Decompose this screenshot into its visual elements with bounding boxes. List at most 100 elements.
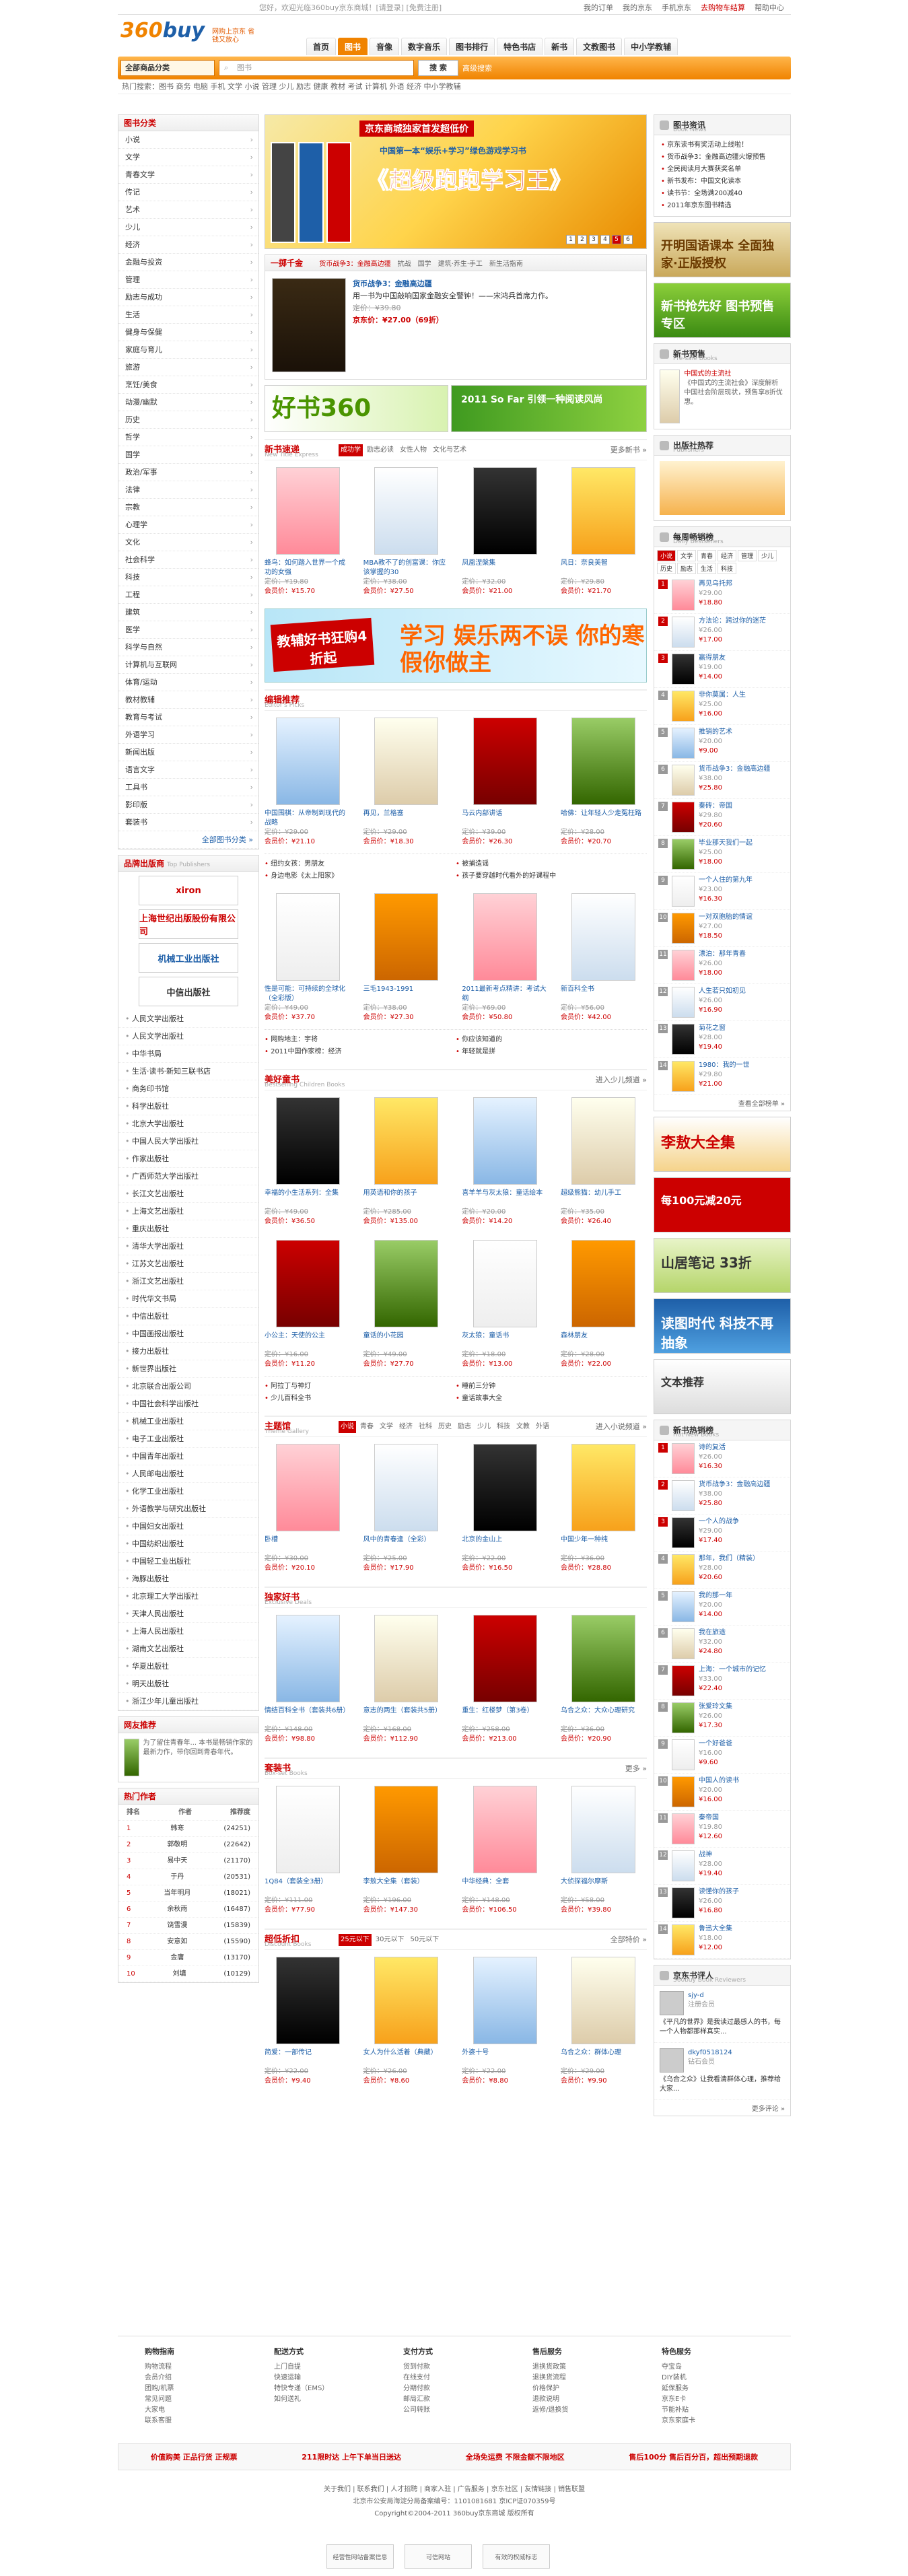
rank-thumb[interactable] <box>672 1813 695 1844</box>
top-link-cart[interactable]: 去购物车结算 <box>701 2 745 13</box>
top-link-mobile[interactable]: 手机京东 <box>662 2 691 13</box>
product-card[interactable]: 重生：红楼梦（第3卷） 定价：¥258.00 会员价：¥213.00 <box>462 1615 548 1744</box>
publisher-item[interactable]: 人民文学出版社 <box>118 1028 258 1045</box>
publisher-item[interactable]: 化学工业出版社 <box>118 1483 258 1500</box>
section-tab[interactable]: 成功学 <box>339 444 363 456</box>
product-cover[interactable] <box>374 1240 439 1327</box>
news-item[interactable]: 货币战争3：金融高边疆火爆预售 <box>654 151 790 164</box>
rank-item[interactable]: 4 非你莫属：人生 ¥25.00 ¥16.00 <box>654 688 790 725</box>
category-item[interactable]: 计算机与互联网 <box>118 656 258 674</box>
category-item[interactable]: 国学 <box>118 446 258 464</box>
publisher-item[interactable]: 上海人民出版社 <box>118 1623 258 1640</box>
rank-thumb[interactable] <box>672 1850 695 1881</box>
author-row[interactable]: 8 安意如 (15590) <box>118 1934 258 1950</box>
product-cover[interactable] <box>275 1615 340 1702</box>
category-item[interactable]: 烹饪/美食 <box>118 376 258 394</box>
product-cover[interactable] <box>275 1786 340 1873</box>
rank-thumb[interactable] <box>672 839 695 870</box>
rank-item[interactable]: 12 人生若只如初见 ¥26.00 ¥16.90 <box>654 984 790 1021</box>
rank-item[interactable]: 8 张爱玲文集 ¥26.00 ¥17.30 <box>654 1700 790 1737</box>
publisher-item[interactable]: 新世界出版社 <box>118 1360 258 1378</box>
news-item[interactable]: 2011年京东图书精选 <box>654 200 790 212</box>
publisher-item[interactable]: 中国纺织出版社 <box>118 1535 258 1553</box>
category-item[interactable]: 少儿 <box>118 219 258 236</box>
section-tab[interactable]: 青春 <box>358 1421 376 1433</box>
footer-badge[interactable]: 可信网站 <box>405 2544 472 2569</box>
product-card[interactable]: 风中的青春逢（全彩） 定价：¥25.00 会员价：¥17.90 <box>363 1444 450 1573</box>
rank-name[interactable]: 毕业那天我们一起 <box>699 839 753 848</box>
dragon-tab[interactable]: 新生活指南 <box>489 260 523 268</box>
product-name[interactable]: MBA教不了的创富课：你应该掌握的30 <box>363 559 450 578</box>
category-item[interactable]: 经济 <box>118 236 258 254</box>
author-row[interactable]: 2 郭敬明 (22642) <box>118 1837 258 1853</box>
rank-item[interactable]: 5 我的那一年 ¥20.00 ¥14.00 <box>654 1589 790 1626</box>
category-item[interactable]: 科技 <box>118 569 258 586</box>
section-link[interactable]: 阿拉丁与神灯 <box>265 1381 456 1393</box>
publisher-item[interactable]: 科学出版社 <box>118 1098 258 1115</box>
publisher-item[interactable]: 中国轻工业出版社 <box>118 1553 258 1570</box>
footer-help-link[interactable]: 联系客服 <box>145 2416 247 2427</box>
product-card[interactable]: 2011最新考点精讲：考试大纲 定价：¥69.00 会员价：¥50.80 <box>462 893 548 1022</box>
rank-name[interactable]: 人生若只如初见 <box>699 987 746 996</box>
rank-item[interactable]: 5 推销的艺术 ¥20.00 ¥9.00 <box>654 725 790 762</box>
author-name[interactable]: 韩寒 <box>170 1821 184 1836</box>
category-item[interactable]: 新闻出版 <box>118 744 258 761</box>
author-name[interactable]: 易中天 <box>167 1853 187 1869</box>
section-tab[interactable]: 文化与艺术 <box>431 444 468 456</box>
section-tab[interactable]: 30元以下 <box>374 1934 407 1946</box>
dragon-tab[interactable]: 抗战 <box>398 260 411 268</box>
rank-thumb[interactable] <box>672 654 695 685</box>
publisher-item[interactable]: 商务印书馆 <box>118 1080 258 1098</box>
rank-name[interactable]: 秦砖：帝国 <box>699 802 732 811</box>
publisher-item[interactable]: 人民邮电出版社 <box>118 1465 258 1483</box>
rank-tab[interactable]: 励志 <box>677 563 697 574</box>
category-item[interactable]: 传记 <box>118 184 258 201</box>
publisher-item[interactable]: 华夏出版社 <box>118 1658 258 1675</box>
product-name[interactable]: 中华经典：全套 <box>462 1877 548 1896</box>
publisher-item[interactable]: 明天出版社 <box>118 1675 258 1693</box>
category-item[interactable]: 教育与考试 <box>118 709 258 726</box>
section-more-link[interactable]: 更多新书 » <box>610 440 647 460</box>
advanced-search-link[interactable]: 高级搜索 <box>462 63 492 73</box>
product-card[interactable]: 李敖大全集（套装） 定价：¥196.00 会员价：¥147.30 <box>363 1786 450 1915</box>
product-name[interactable]: 用英语和你的孩子 <box>363 1189 450 1208</box>
rank-tab[interactable]: 管理 <box>738 550 757 561</box>
rank-item[interactable]: 10 一对双胞胎的情谊 ¥27.00 ¥18.50 <box>654 910 790 947</box>
rank-item[interactable]: 3 赢得朋友 ¥19.00 ¥14.00 <box>654 651 790 688</box>
publisher-item[interactable]: 中国妇女出版社 <box>118 1518 258 1535</box>
section-more-link[interactable]: 进入小说频道 » <box>596 1417 647 1437</box>
rank-name[interactable]: 再见乌托邦 <box>699 580 732 589</box>
section-tab[interactable]: 小说 <box>339 1421 356 1433</box>
footer-help-link[interactable]: 邮局汇款 <box>403 2394 505 2405</box>
rank-name[interactable]: 那年，我们（精装） <box>699 1554 759 1564</box>
rank-thumb[interactable] <box>672 1517 695 1548</box>
product-name[interactable]: 小公主：天使的公主 <box>265 1331 351 1350</box>
product-cover[interactable] <box>374 1097 439 1185</box>
rank-thumb[interactable] <box>672 1024 695 1055</box>
category-item[interactable]: 历史 <box>118 411 258 429</box>
footer-help-link[interactable]: 返修/退换货 <box>532 2405 635 2416</box>
product-name[interactable]: 再见，兰格塞 <box>363 809 450 828</box>
rank-name[interactable]: 方法论：跨过你的迷茫 <box>699 617 766 626</box>
category-item[interactable]: 体育/运动 <box>118 674 258 691</box>
product-cover[interactable] <box>473 1957 537 2044</box>
product-cover[interactable] <box>473 1444 537 1531</box>
rank-item[interactable]: 1 诗的复活 ¥26.00 ¥16.30 <box>654 1440 790 1477</box>
section-link[interactable]: 孩子要穿越时代看外的好课程中 <box>456 870 647 882</box>
nav-5[interactable]: 特色书店 <box>497 38 543 55</box>
section-tab[interactable]: 励志必读 <box>365 444 396 456</box>
footer-help-link[interactable]: 退换货政策 <box>532 2362 635 2373</box>
rank-name[interactable]: 读懂你的孩子 <box>699 1887 739 1897</box>
publisher-item[interactable]: 天津人民出版社 <box>118 1605 258 1623</box>
product-name[interactable]: 卧槽 <box>265 1535 351 1554</box>
section-link[interactable]: 纽约女孩：男朋友 <box>265 858 456 870</box>
category-item[interactable]: 工具书 <box>118 779 258 796</box>
rank-item[interactable]: 2 方法论：跨过你的迷茫 ¥26.00 ¥17.00 <box>654 614 790 651</box>
product-name[interactable]: 意志的两生（套装共5册） <box>363 1706 450 1725</box>
author-row[interactable]: 4 于丹 (20531) <box>118 1869 258 1885</box>
product-name[interactable]: 超级熊猫：幼儿手工 <box>561 1189 647 1208</box>
category-item[interactable]: 金融与投资 <box>118 254 258 271</box>
category-more-link[interactable]: 全部图书分类 » <box>118 831 258 849</box>
author-name[interactable]: 郭敬明 <box>167 1837 187 1852</box>
rank-item[interactable]: 13 读懂你的孩子 ¥26.00 ¥16.80 <box>654 1885 790 1922</box>
